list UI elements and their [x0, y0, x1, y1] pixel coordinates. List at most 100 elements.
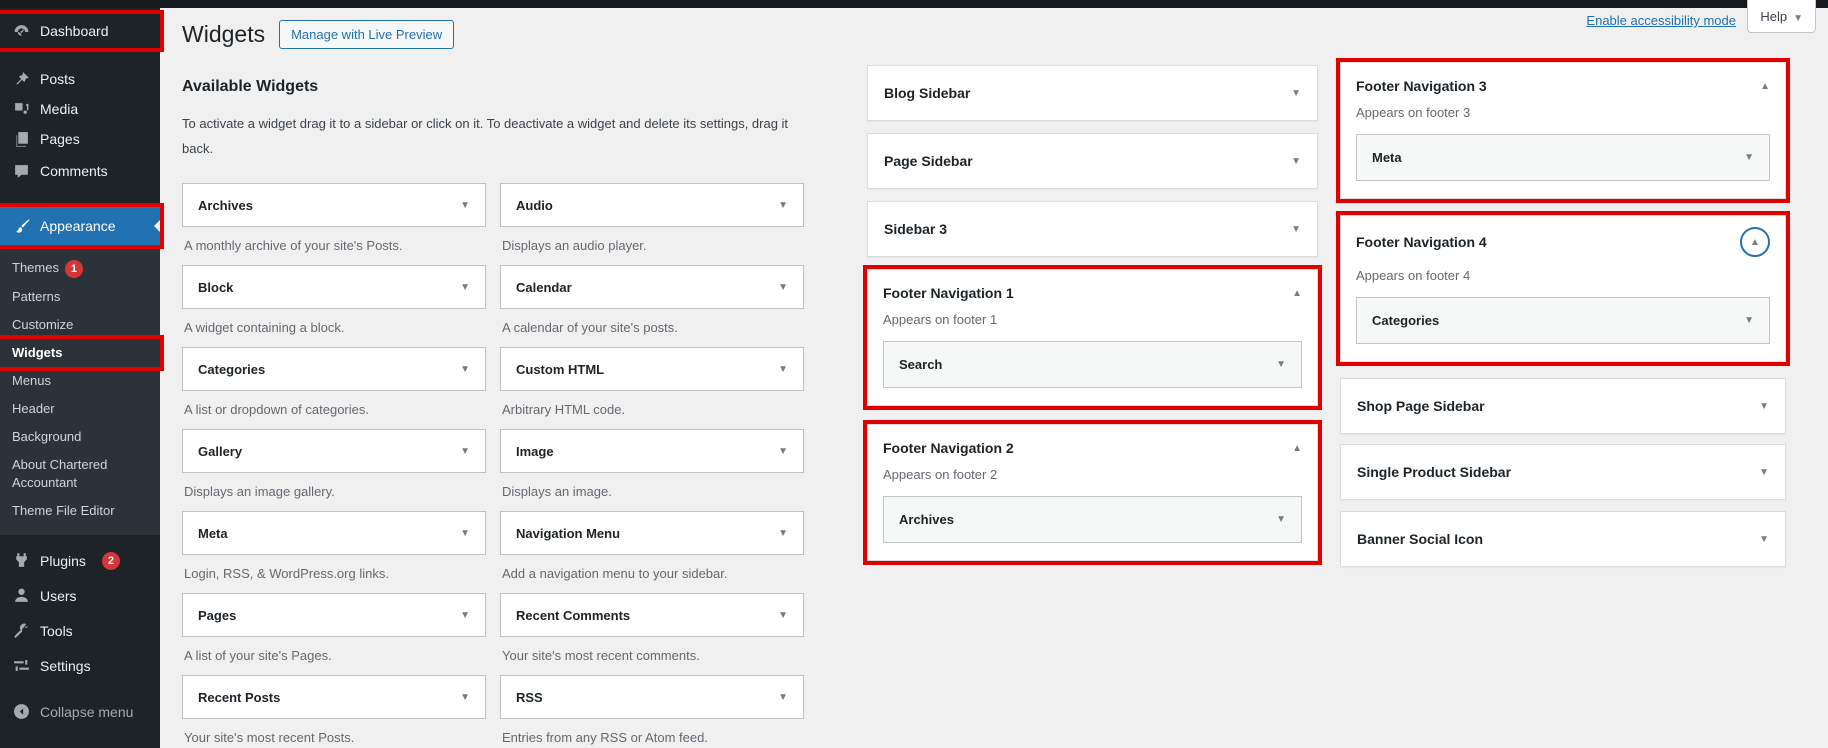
submenu-item-background[interactable]: Background: [0, 423, 160, 451]
sidebar-item-comments[interactable]: Comments: [0, 154, 160, 188]
sidebar-area-subtitle: Appears on footer 2: [883, 467, 1302, 482]
chevron-down-icon[interactable]: ▼: [460, 364, 470, 375]
widget-card-meta[interactable]: Meta▼: [182, 511, 486, 555]
submenu-item-menus[interactable]: Menus: [0, 367, 160, 395]
widget-card-custom-html[interactable]: Custom HTML▼: [500, 347, 804, 391]
submenu-item-widgets[interactable]: Widgets: [0, 339, 160, 367]
submenu-item-themes[interactable]: Themes1: [0, 254, 160, 283]
available-widget-cell: Calendar▼ A calendar of your site's post…: [500, 265, 804, 347]
widget-description: Displays an audio player.: [502, 237, 804, 254]
widget-card-rss[interactable]: RSS▼: [500, 675, 804, 719]
chevron-up-icon[interactable]: ▲: [1292, 443, 1302, 454]
sidebar-item-settings[interactable]: Settings: [0, 650, 160, 682]
sidebar-item-dashboard[interactable]: Dashboard: [0, 14, 160, 48]
sidebar-area-single-product-sidebar[interactable]: Single Product Sidebar ▼: [1340, 444, 1786, 500]
available-widget-cell: Archives▼ A monthly archive of your site…: [182, 183, 486, 265]
widget-card-recent-posts[interactable]: Recent Posts▼: [182, 675, 486, 719]
widget-card-audio[interactable]: Audio▼: [500, 183, 804, 227]
chevron-down-icon[interactable]: ▼: [1744, 152, 1754, 163]
sidebar-area-shop-page-sidebar[interactable]: Shop Page Sidebar ▼: [1340, 378, 1786, 434]
sidebar-item-users[interactable]: Users: [0, 580, 160, 612]
chevron-down-icon[interactable]: ▼: [778, 364, 788, 375]
available-widget-cell: Pages▼ A list of your site's Pages.: [182, 593, 486, 675]
sidebar-item-pages[interactable]: Pages: [0, 124, 160, 154]
widget-card-gallery[interactable]: Gallery▼: [182, 429, 486, 473]
available-widget-cell: Recent Comments▼ Your site's most recent…: [500, 593, 804, 675]
submenu-item-customize[interactable]: Customize: [0, 311, 160, 339]
submenu-item-header[interactable]: Header: [0, 395, 160, 423]
chevron-down-icon[interactable]: ▼: [1291, 224, 1301, 235]
chevron-down-icon[interactable]: ▼: [1276, 514, 1286, 525]
widget-card-image[interactable]: Image▼: [500, 429, 804, 473]
collapse-arrow-icon: [12, 703, 30, 721]
placed-widget-meta[interactable]: Meta ▼: [1356, 134, 1770, 181]
placed-widget-search[interactable]: Search ▼: [883, 341, 1302, 388]
chevron-down-icon[interactable]: ▼: [778, 610, 788, 621]
submenu-item-patterns[interactable]: Patterns: [0, 283, 160, 311]
collapse-menu-button[interactable]: Collapse menu: [0, 697, 160, 727]
chevron-down-icon[interactable]: ▼: [460, 282, 470, 293]
chevron-down-icon[interactable]: ▼: [778, 446, 788, 457]
chevron-down-icon[interactable]: ▼: [460, 610, 470, 621]
plugin-icon: [12, 552, 30, 570]
sidebar-item-label: Appearance: [40, 218, 116, 234]
placed-widget-categories[interactable]: Categories ▼: [1356, 297, 1770, 344]
sidebar-item-tools[interactable]: Tools: [0, 615, 160, 647]
chevron-down-icon[interactable]: ▼: [460, 446, 470, 457]
sidebar-area-sidebar-3[interactable]: Sidebar 3 ▼: [867, 201, 1318, 257]
chevron-down-icon[interactable]: ▼: [1291, 88, 1301, 99]
media-icon: [12, 100, 30, 118]
user-icon: [12, 587, 30, 605]
sidebar-item-posts[interactable]: Posts: [0, 64, 160, 94]
submenu-item-about-theme[interactable]: About Chartered Accountant: [0, 451, 150, 497]
chevron-down-icon[interactable]: ▼: [460, 528, 470, 539]
chevron-down-icon[interactable]: ▼: [1759, 401, 1769, 412]
sidebar-area-banner-social-icon[interactable]: Banner Social Icon ▼: [1340, 511, 1786, 567]
sidebar-item-appearance[interactable]: Appearance: [0, 207, 160, 245]
widget-card-recent-comments[interactable]: Recent Comments▼: [500, 593, 804, 637]
chevron-up-icon[interactable]: ▲: [1292, 288, 1302, 299]
focused-collapse-button[interactable]: ▲: [1740, 227, 1770, 257]
sidebar-area-page-sidebar[interactable]: Page Sidebar ▼: [867, 133, 1318, 189]
chevron-down-icon[interactable]: ▼: [778, 282, 788, 293]
chevron-down-icon[interactable]: ▼: [778, 528, 788, 539]
submenu-item-theme-file-editor[interactable]: Theme File Editor: [0, 497, 160, 525]
widget-card-pages[interactable]: Pages▼: [182, 593, 486, 637]
available-widget-cell: Gallery▼ Displays an image gallery.: [182, 429, 486, 511]
admin-bar: [0, 0, 1828, 8]
sidebar-item-plugins[interactable]: Plugins 2: [0, 545, 160, 577]
chevron-down-icon[interactable]: ▼: [778, 200, 788, 211]
manage-live-preview-button[interactable]: Manage with Live Preview: [279, 20, 454, 49]
chevron-up-icon: ▲: [1750, 237, 1760, 248]
enable-accessibility-link[interactable]: Enable accessibility mode: [1586, 13, 1736, 28]
chevron-down-icon[interactable]: ▼: [1744, 315, 1754, 326]
widget-description: Your site's most recent Posts.: [184, 729, 486, 746]
widget-card-block[interactable]: Block▼: [182, 265, 486, 309]
sidebar-area-subtitle: Appears on footer 4: [1356, 268, 1770, 283]
available-widgets-heading: Available Widgets: [182, 78, 804, 96]
widget-description: A widget containing a block.: [184, 319, 486, 336]
chevron-up-icon[interactable]: ▲: [1760, 81, 1770, 92]
chevron-down-icon[interactable]: ▼: [1276, 359, 1286, 370]
sidebar-area-footer-navigation-1: Footer Navigation 1 ▲ Appears on footer …: [867, 269, 1318, 406]
available-widget-cell: Recent Posts▼ Your site's most recent Po…: [182, 675, 486, 748]
chevron-down-icon[interactable]: ▼: [460, 692, 470, 703]
chevron-down-icon[interactable]: ▼: [1759, 467, 1769, 478]
available-widget-cell: Block▼ A widget containing a block.: [182, 265, 486, 347]
chevron-down-icon[interactable]: ▼: [778, 692, 788, 703]
chevron-down-icon[interactable]: ▼: [1291, 156, 1301, 167]
help-tab[interactable]: Help▼: [1747, 0, 1816, 33]
wrench-icon: [12, 622, 30, 640]
chevron-down-icon[interactable]: ▼: [460, 200, 470, 211]
widget-card-navigation-menu[interactable]: Navigation Menu▼: [500, 511, 804, 555]
widget-card-archives[interactable]: Archives▼: [182, 183, 486, 227]
sidebar-item-label: Posts: [40, 71, 75, 87]
sidebar-item-media[interactable]: Media: [0, 94, 160, 124]
placed-widget-archives[interactable]: Archives ▼: [883, 496, 1302, 543]
widget-card-calendar[interactable]: Calendar▼: [500, 265, 804, 309]
chevron-down-icon[interactable]: ▼: [1759, 534, 1769, 545]
available-widget-cell: RSS▼ Entries from any RSS or Atom feed.: [500, 675, 804, 748]
sidebar-area-blog-sidebar[interactable]: Blog Sidebar ▼: [867, 65, 1318, 121]
widget-card-categories[interactable]: Categories▼: [182, 347, 486, 391]
widget-description: Add a navigation menu to your sidebar.: [502, 565, 804, 582]
